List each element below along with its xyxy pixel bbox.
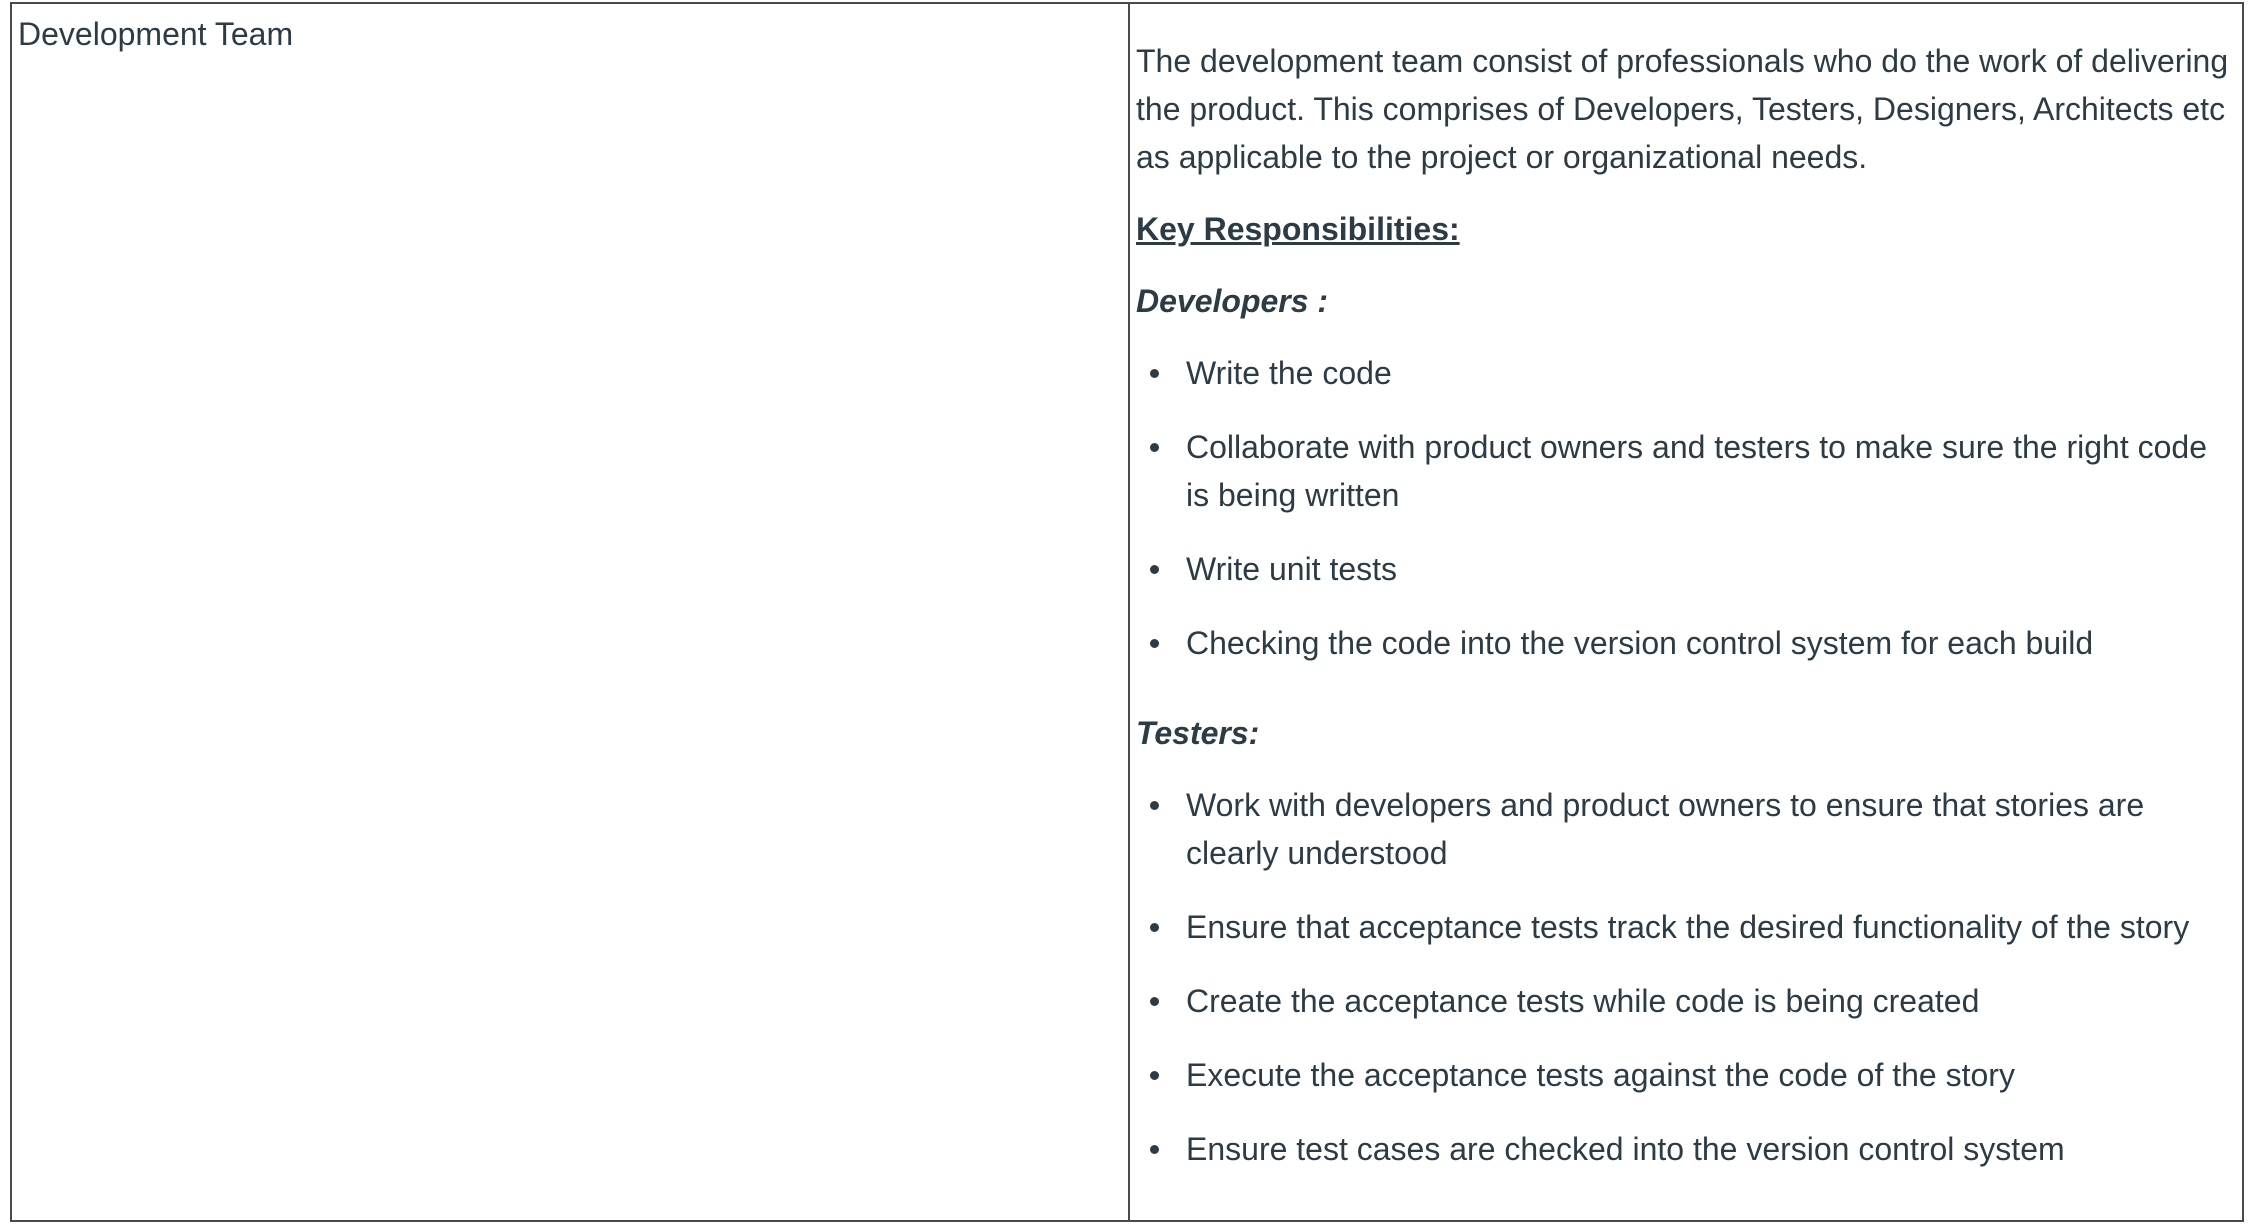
list-item: Write the code <box>1136 349 2238 397</box>
testers-list: Work with developers and product owners … <box>1136 781 2238 1173</box>
list-item-text: Collaborate with product owners and test… <box>1186 429 2207 513</box>
list-item: Collaborate with product owners and test… <box>1136 423 2238 519</box>
list-item-text: Execute the acceptance tests against the… <box>1186 1057 2015 1093</box>
bullet-icon <box>1150 369 1159 378</box>
list-item-text: Write unit tests <box>1186 551 1398 587</box>
list-item-text: Write the code <box>1186 355 1392 391</box>
bullet-icon <box>1150 801 1159 810</box>
list-item-text: Create the acceptance tests while code i… <box>1186 983 1980 1019</box>
list-item-text: Ensure that acceptance tests track the d… <box>1186 909 2190 945</box>
role-description: The development team consist of professi… <box>1136 43 2229 175</box>
list-item: Checking the code into the version contr… <box>1136 619 2238 667</box>
bullet-icon <box>1150 565 1159 574</box>
developers-list: Write the code Collaborate with product … <box>1136 349 2238 667</box>
list-item-text: Checking the code into the version contr… <box>1186 625 2094 661</box>
role-name-cell: Development Team <box>12 4 1130 1220</box>
bullet-icon <box>1150 639 1159 648</box>
list-item: Ensure test cases are checked into the v… <box>1136 1125 2238 1173</box>
bullet-icon <box>1150 443 1159 452</box>
testers-heading: Testers: <box>1136 715 1260 751</box>
bullet-icon <box>1150 1071 1159 1080</box>
list-item-text: Work with developers and product owners … <box>1186 787 2145 871</box>
bullet-icon <box>1150 923 1159 932</box>
list-item: Ensure that acceptance tests track the d… <box>1136 903 2238 951</box>
bullet-icon <box>1150 997 1159 1006</box>
list-item: Create the acceptance tests while code i… <box>1136 977 2238 1025</box>
developers-heading: Developers : <box>1136 283 1329 319</box>
role-description-cell: The development team consist of professi… <box>1130 4 2242 1220</box>
roles-table: Development Team The development team co… <box>10 2 2244 1222</box>
list-item: Write unit tests <box>1136 545 2238 593</box>
list-item-text: Ensure test cases are checked into the v… <box>1186 1131 2065 1167</box>
role-name: Development Team <box>18 16 294 52</box>
key-responsibilities-heading: Key Responsibilities: <box>1136 211 1460 247</box>
list-item: Work with developers and product owners … <box>1136 781 2238 877</box>
bullet-icon <box>1150 1145 1159 1154</box>
list-item: Execute the acceptance tests against the… <box>1136 1051 2238 1099</box>
